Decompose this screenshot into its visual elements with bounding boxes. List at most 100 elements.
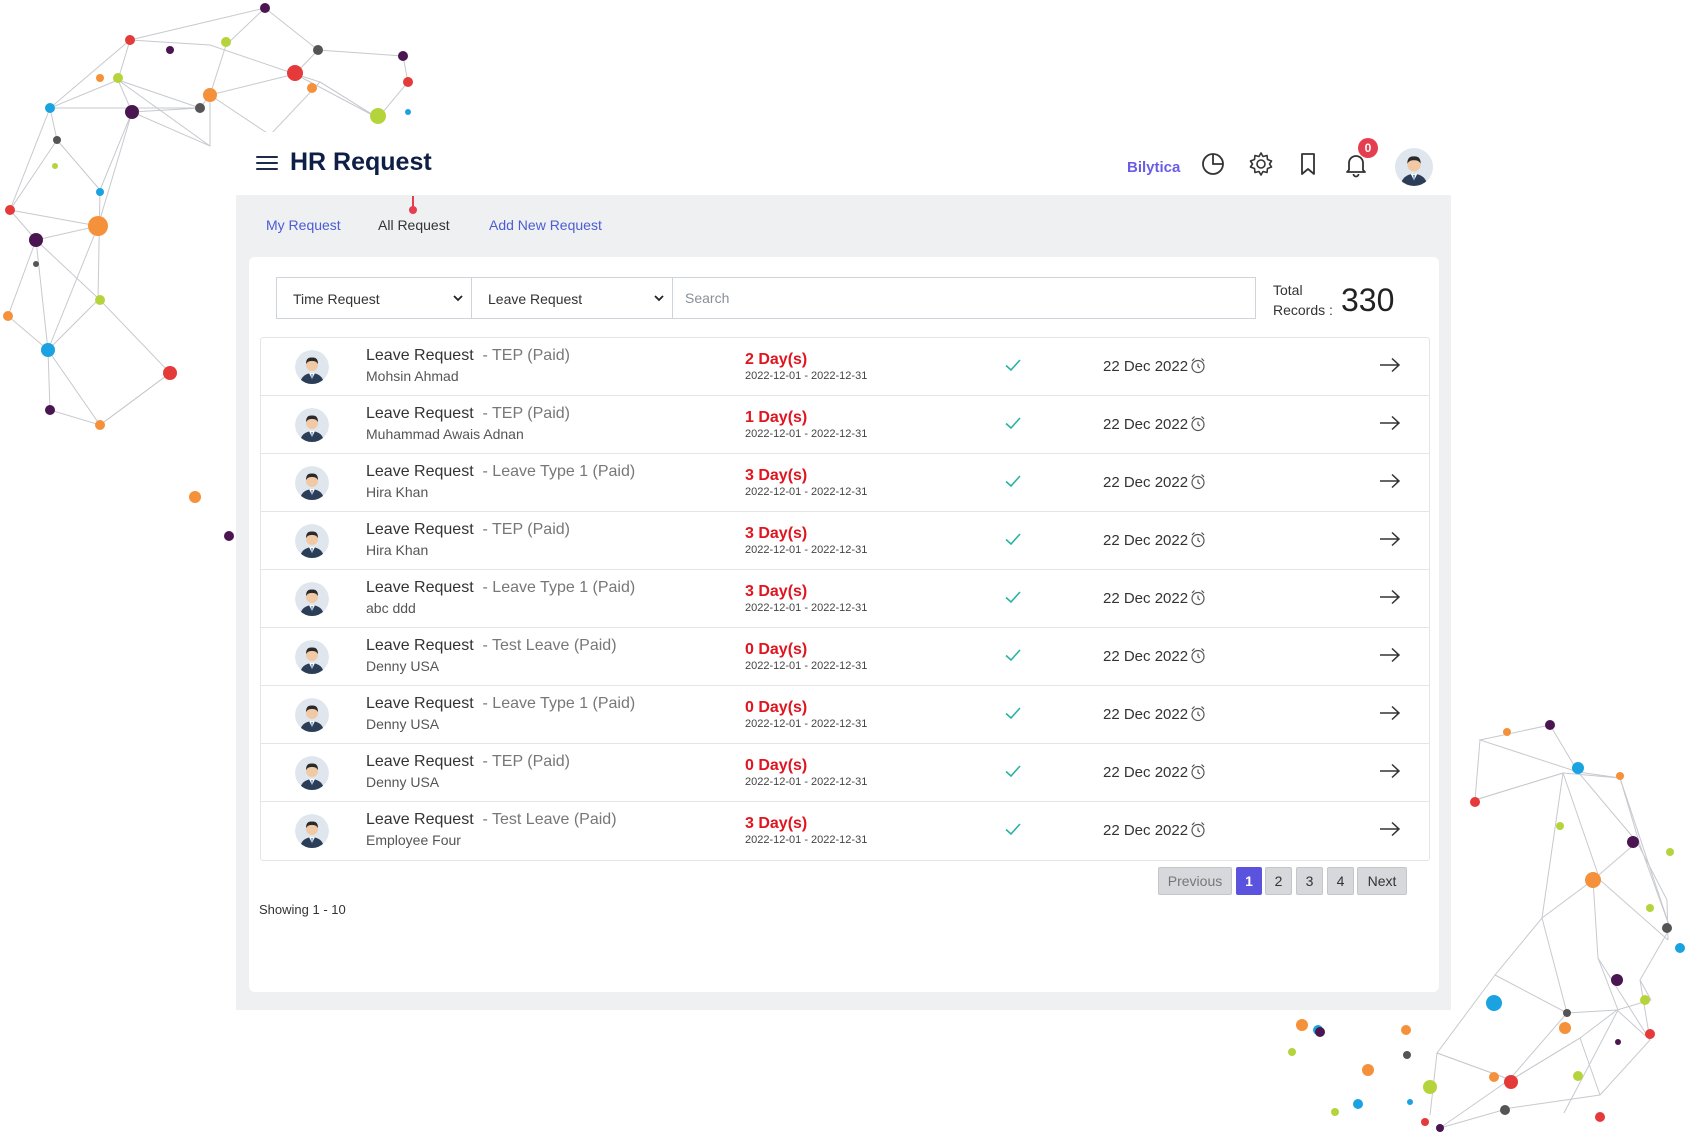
content-shell: My Request All Request Add New Request T… (236, 195, 1451, 1010)
arrow-right-icon[interactable] (1379, 473, 1401, 489)
employee-avatar-icon (295, 466, 329, 500)
leave-type-select[interactable]: Leave Request (471, 277, 673, 319)
tab-all-request-label: All Request (378, 217, 450, 233)
request-title: Leave Request - Leave Type 1 (Paid) (366, 695, 635, 713)
leave-date-range: 2022-12-01 - 2022-12-31 (745, 718, 868, 730)
leave-type: - TEP (Paid) (482, 347, 570, 364)
total-label-line1: Total (1273, 282, 1303, 298)
employee-name: Denny USA (366, 774, 440, 790)
request-type-select[interactable]: Time Request (276, 277, 472, 319)
leave-date-range: 2022-12-01 - 2022-12-31 (745, 776, 868, 788)
leave-type: - Leave Type 1 (Paid) (482, 695, 636, 712)
employee-avatar-icon (295, 640, 329, 674)
leave-date-range: 2022-12-01 - 2022-12-31 (745, 486, 868, 498)
request-kind: Leave Request (366, 347, 474, 364)
arrow-right-icon[interactable] (1379, 531, 1401, 547)
leave-type: - Leave Type 1 (Paid) (482, 579, 636, 596)
gear-icon[interactable] (1247, 150, 1275, 178)
table-row[interactable]: Leave Request - Leave Type 1 (Paid) Denny… (261, 686, 1429, 744)
request-date: 22 Dec 2022 (1103, 358, 1189, 375)
arrow-right-icon[interactable] (1379, 589, 1401, 605)
table-row[interactable]: Leave Request - TEP (Paid) Denny USA 0 Day… (261, 744, 1429, 802)
avatar[interactable] (1395, 148, 1433, 186)
request-date: 22 Dec 2022 (1103, 590, 1189, 607)
request-kind: Leave Request (366, 695, 474, 712)
leave-type-value: Leave Request (488, 291, 583, 307)
alarm-clock-icon (1191, 474, 1205, 490)
employee-name: Hira Khan (366, 484, 429, 500)
request-date: 22 Dec 2022 (1103, 416, 1189, 433)
leave-type: - Test Leave (Paid) (482, 637, 617, 654)
request-kind: Leave Request (366, 637, 474, 654)
employee-name: Hira Khan (366, 542, 429, 558)
leave-type: - Test Leave (Paid) (482, 811, 617, 828)
page-button-2[interactable]: 2 (1265, 867, 1292, 895)
leave-days: 0 Day(s) (745, 757, 808, 774)
search-input[interactable] (672, 277, 1256, 319)
employee-avatar-icon (295, 698, 329, 732)
employee-name: abc ddd (366, 600, 416, 616)
employee-avatar-icon (295, 524, 329, 558)
request-title: Leave Request - TEP (Paid) (366, 347, 570, 365)
table-row[interactable]: Leave Request - TEP (Paid) Mohsin Ahmad 2 … (261, 338, 1429, 396)
request-date: 22 Dec 2022 (1103, 532, 1189, 549)
page-button-3[interactable]: 3 (1296, 867, 1323, 895)
menu-icon[interactable] (256, 156, 278, 172)
arrow-right-icon[interactable] (1379, 647, 1401, 663)
arrow-right-icon[interactable] (1379, 821, 1401, 837)
tab-add-new-request[interactable]: Add New Request (489, 217, 602, 233)
alarm-clock-icon (1191, 648, 1205, 664)
arrow-right-icon[interactable] (1379, 763, 1401, 779)
employee-avatar-icon (295, 582, 329, 616)
request-title: Leave Request - Test Leave (Paid) (366, 811, 617, 829)
leave-days: 3 Day(s) (745, 525, 808, 542)
table-row[interactable]: Leave Request - TEP (Paid) Hira Khan 3 Day… (261, 512, 1429, 570)
arrow-right-icon[interactable] (1379, 415, 1401, 431)
leave-date-range: 2022-12-01 - 2022-12-31 (745, 428, 868, 440)
pie-chart-icon[interactable] (1199, 150, 1227, 178)
request-title: Leave Request - Leave Type 1 (Paid) (366, 579, 635, 597)
page-button-4[interactable]: 4 (1327, 867, 1354, 895)
previous-button[interactable]: Previous (1158, 867, 1232, 895)
request-kind: Leave Request (366, 521, 474, 538)
request-kind: Leave Request (366, 405, 474, 422)
request-date: 22 Dec 2022 (1103, 474, 1189, 491)
leave-days: 2 Day(s) (745, 351, 808, 368)
arrow-right-icon[interactable] (1379, 705, 1401, 721)
leave-days: 1 Day(s) (745, 409, 808, 426)
request-title: Leave Request - TEP (Paid) (366, 521, 570, 539)
leave-date-range: 2022-12-01 - 2022-12-31 (745, 834, 868, 846)
leave-type: - Leave Type 1 (Paid) (482, 463, 636, 480)
arrow-right-icon[interactable] (1379, 357, 1401, 373)
chevron-down-icon (654, 295, 664, 302)
bookmark-icon[interactable] (1294, 150, 1322, 178)
leave-date-range: 2022-12-01 - 2022-12-31 (745, 544, 868, 556)
page-button-1[interactable]: 1 (1236, 867, 1262, 895)
check-icon (1005, 591, 1021, 604)
tab-my-request[interactable]: My Request (266, 217, 341, 233)
table-row[interactable]: Leave Request - TEP (Paid) Muhammad Awais… (261, 396, 1429, 454)
leave-date-range: 2022-12-01 - 2022-12-31 (745, 370, 868, 382)
leave-type: - TEP (Paid) (482, 521, 570, 538)
tab-all-request[interactable]: All Request (378, 196, 450, 233)
employee-name: Employee Four (366, 832, 461, 848)
leave-date-range: 2022-12-01 - 2022-12-31 (745, 660, 868, 672)
leave-type: - TEP (Paid) (482, 753, 570, 770)
total-records-value: 330 (1341, 282, 1395, 318)
next-button[interactable]: Next (1357, 867, 1407, 895)
leave-type: - TEP (Paid) (482, 405, 570, 422)
alarm-clock-icon (1191, 822, 1205, 838)
table-row[interactable]: Leave Request - Leave Type 1 (Paid) Hira … (261, 454, 1429, 512)
brand-link[interactable]: Bilytica (1127, 159, 1180, 176)
alarm-clock-icon (1191, 416, 1205, 432)
alarm-clock-icon (1191, 358, 1205, 374)
table-row[interactable]: Leave Request - Leave Type 1 (Paid) abc d… (261, 570, 1429, 628)
employee-avatar-icon (295, 408, 329, 442)
leave-date-range: 2022-12-01 - 2022-12-31 (745, 602, 868, 614)
request-kind: Leave Request (366, 579, 474, 596)
table-row[interactable]: Leave Request - Test Leave (Paid) Denny U… (261, 628, 1429, 686)
table-row[interactable]: Leave Request - Test Leave (Paid) Employe… (261, 802, 1429, 860)
employee-name: Mohsin Ahmad (366, 368, 459, 384)
employee-avatar-icon (295, 350, 329, 384)
employee-avatar-icon (295, 814, 329, 848)
